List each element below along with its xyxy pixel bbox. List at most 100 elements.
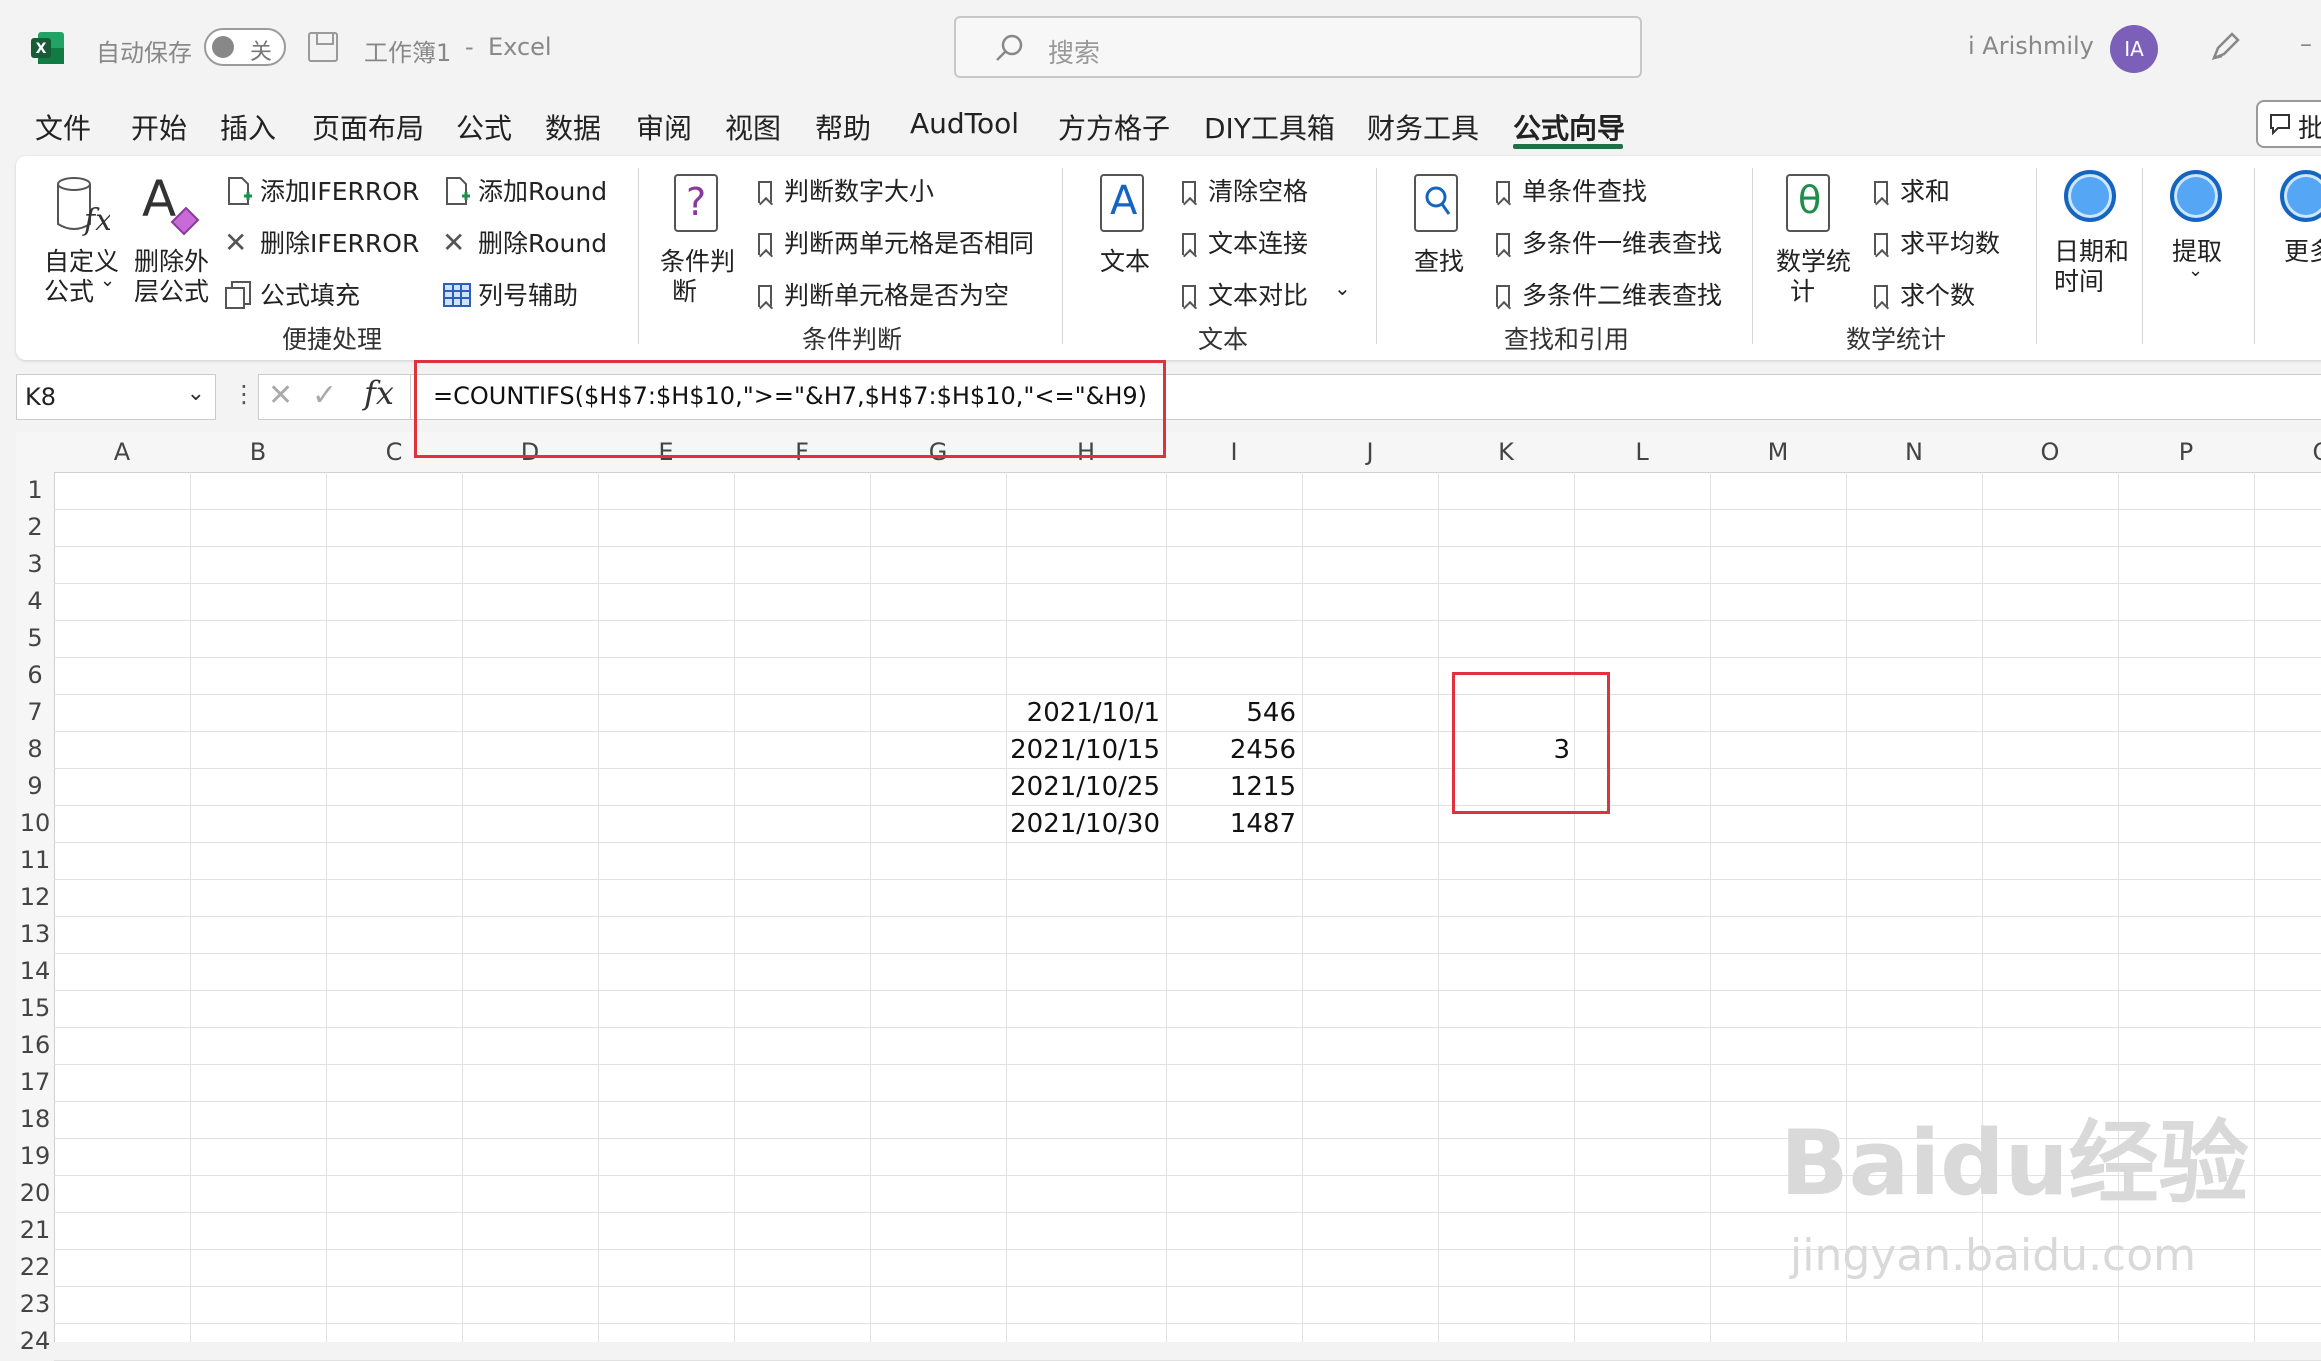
row-header[interactable]: 2 [16,513,54,541]
date-time-button[interactable]: 日期和 时间 [2050,168,2136,308]
row-header[interactable]: 1 [16,476,54,504]
custom-formula-button[interactable]: fx 自定义 公式 ⌄ [34,170,122,310]
row-header[interactable]: 3 [16,550,54,578]
delete-iferror-button[interactable]: ✕ 删除IFERROR [224,224,419,260]
tab-fangfang[interactable]: 方方格子 [1058,107,1170,147]
column-header[interactable]: A [54,438,190,466]
multi-1d-lookup-button[interactable]: 多条件一维表查找 [1496,224,1722,260]
row-header[interactable]: 5 [16,624,54,652]
column-helper-button[interactable]: 列号辅助 [442,276,578,312]
avatar[interactable]: IA [2110,25,2158,73]
row-header[interactable]: 11 [16,846,54,874]
row-header[interactable]: 18 [16,1105,54,1133]
condition-judge-button[interactable]: ? 条件判 断 [654,170,740,310]
autosave-toggle[interactable]: 关 [204,28,286,66]
tab-formulas[interactable]: 公式 [456,107,512,147]
tab-data[interactable]: 数据 [545,107,601,147]
insert-function-icon[interactable]: fx [364,374,394,412]
column-header[interactable]: M [1710,438,1846,466]
chevron-down-icon[interactable]: ⌄ [1334,276,1351,300]
formula-fill-button[interactable]: 公式填充 [224,276,360,312]
column-header[interactable]: I [1166,438,1302,466]
row-header[interactable]: 17 [16,1068,54,1096]
row-header[interactable]: 22 [16,1253,54,1281]
tab-diy-toolbox[interactable]: DIY工具箱 [1204,107,1335,147]
tab-home[interactable]: 开始 [131,107,187,147]
comment-button[interactable]: 批 [2256,100,2321,148]
math-stats-button[interactable]: θ 数学统 计 [1772,170,1858,310]
row-header[interactable]: 12 [16,883,54,911]
lookup-button[interactable]: 查找 [1408,170,1478,310]
tab-audtool[interactable]: AudTool [910,107,1019,140]
row-header[interactable]: 15 [16,994,54,1022]
tab-file[interactable]: 文件 [35,107,91,147]
extract-button[interactable]: 提取 ⌄ [2160,168,2240,308]
column-header[interactable]: J [1302,438,1438,466]
more-button[interactable]: 更多 [2270,168,2321,308]
tab-view[interactable]: 视图 [725,107,781,147]
row-header[interactable]: 14 [16,957,54,985]
row-header[interactable]: 23 [16,1290,54,1318]
count-button[interactable]: 求个数 [1874,276,1975,312]
save-icon[interactable] [308,32,338,62]
tab-review[interactable]: 审阅 [636,107,692,147]
more-options-icon[interactable]: ⋮ [232,380,256,408]
row-header[interactable]: 16 [16,1031,54,1059]
row-header[interactable]: 4 [16,587,54,615]
multi-2d-lookup-button[interactable]: 多条件二维表查找 [1496,276,1722,312]
average-button[interactable]: 求平均数 [1874,224,2000,260]
column-header[interactable]: O [1982,438,2118,466]
single-lookup-button[interactable]: 单条件查找 [1496,172,1647,208]
column-header[interactable]: B [190,438,326,466]
tab-insert[interactable]: 插入 [220,107,276,147]
remove-outer-formula-button[interactable]: A 删除外 层公式 [128,170,216,310]
search-input[interactable]: 搜索 [954,16,1642,78]
tab-finance-tools[interactable]: 财务工具 [1367,107,1479,147]
judge-two-cells-same-button[interactable]: 判断两单元格是否相同 [758,224,1034,260]
row-gridline [54,1027,2321,1028]
pen-icon[interactable] [2208,28,2244,64]
cancel-icon[interactable]: ✕ [268,378,293,413]
sum-button[interactable]: 求和 [1874,172,1950,208]
row-header[interactable]: 6 [16,661,54,689]
cell-H8[interactable]: 2021/10/15 [1004,735,1160,765]
tab-page-layout[interactable]: 页面布局 [312,107,424,147]
row-header[interactable]: 19 [16,1142,54,1170]
row-header[interactable]: 20 [16,1179,54,1207]
text-compare-button[interactable]: 文本对比 [1182,276,1308,312]
confirm-icon[interactable]: ✓ [312,378,337,413]
row-header[interactable]: 8 [16,735,54,763]
cell-I7[interactable]: 546 [1166,698,1296,728]
column-header[interactable]: K [1438,438,1574,466]
text-concat-button[interactable]: 文本连接 [1182,224,1308,260]
delete-round-button[interactable]: ✕ 删除Round [442,224,607,260]
toggle-knob [212,36,234,58]
cell-I10[interactable]: 1487 [1166,809,1296,839]
column-header[interactable]: Q [2254,438,2321,466]
add-iferror-button[interactable]: 添加IFERROR [224,172,419,208]
tab-help[interactable]: 帮助 [815,107,871,147]
tab-formula-wizard[interactable]: 公式向导 [1513,107,1625,147]
cell-H10[interactable]: 2021/10/30 [1004,809,1160,839]
column-header[interactable]: P [2118,438,2254,466]
add-round-button[interactable]: 添加Round [442,172,607,208]
row-header[interactable]: 13 [16,920,54,948]
cell-H9[interactable]: 2021/10/25 [1004,772,1160,802]
column-header[interactable]: N [1846,438,1982,466]
clear-space-button[interactable]: 清除空格 [1182,172,1308,208]
chevron-down-icon[interactable]: ⌄ [187,381,205,406]
judge-cell-empty-button[interactable]: 判断单元格是否为空 [758,276,1009,312]
column-header[interactable]: L [1574,438,1710,466]
cell-I9[interactable]: 1215 [1166,772,1296,802]
row-header[interactable]: 7 [16,698,54,726]
row-header[interactable]: 9 [16,772,54,800]
name-box[interactable]: K8 ⌄ [16,374,216,420]
cell-I8[interactable]: 2456 [1166,735,1296,765]
cell-H7[interactable]: 2021/10/1 [1004,698,1160,728]
row-header[interactable]: 24 [16,1327,54,1355]
minimize-icon[interactable]: – [2300,30,2312,58]
row-header[interactable]: 10 [16,809,54,837]
judge-number-size-button[interactable]: 判断数字大小 [758,172,934,208]
row-header[interactable]: 21 [16,1216,54,1244]
text-button[interactable]: A 文本 [1090,170,1160,310]
